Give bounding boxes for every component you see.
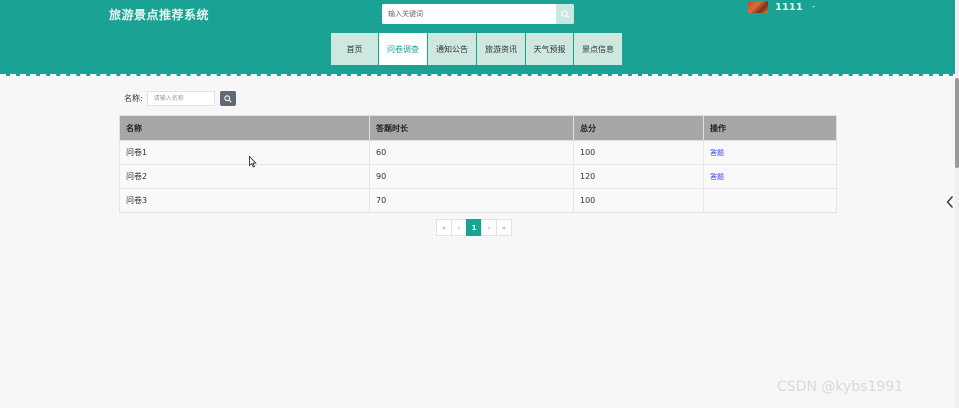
avatar [748, 1, 768, 13]
page-next-button[interactable]: › [481, 219, 497, 236]
column-header-duration: 答题时长 [369, 115, 574, 141]
nav-item-weather[interactable]: 天气预报 [526, 33, 573, 65]
filter-label: 名称: [124, 94, 143, 103]
search-icon [560, 9, 570, 19]
scrollbar-track[interactable] [955, 0, 959, 408]
scrollbar-thumb[interactable] [955, 78, 959, 168]
filter-bar: 名称: [124, 91, 236, 106]
user-menu[interactable]: 1111 - [748, 0, 815, 14]
nav-item-survey[interactable]: 问卷调查 [379, 33, 427, 65]
cell-score: 120 [573, 164, 704, 189]
table-header-row: 名称 答题时长 总分 操作 [119, 115, 837, 141]
cell-score: 100 [573, 140, 704, 165]
column-header-name: 名称 [119, 115, 370, 141]
nav-item-attractions[interactable]: 景点信息 [574, 33, 622, 65]
answer-link[interactable]: 答题 [710, 173, 724, 181]
page-last-button[interactable]: » [496, 219, 512, 236]
search-button[interactable] [556, 4, 574, 24]
page-first-button[interactable]: « [436, 219, 452, 236]
cell-name: 问卷1 [119, 140, 370, 165]
mouse-cursor-icon [249, 156, 257, 168]
table-row: 问卷3 70 100 [119, 188, 837, 213]
answer-link[interactable]: 答题 [710, 149, 724, 157]
survey-table: 名称 答题时长 总分 操作 问卷1 60 100 答题 问卷2 90 120 答… [119, 115, 837, 213]
header: 旅游景点推荐系统 1111 - 首页 问卷调查 通知公告 旅游资讯 天气预报 景… [0, 0, 959, 76]
search-box [382, 4, 574, 24]
column-header-action: 操作 [703, 115, 837, 141]
watermark: CSDN @kybs1991 [777, 379, 904, 395]
user-name: 1111 [775, 1, 803, 13]
cell-name: 问卷2 [119, 164, 370, 189]
name-filter-input[interactable] [146, 91, 215, 106]
cell-action [703, 188, 837, 213]
page-prev-button[interactable]: ‹ [451, 219, 467, 236]
filter-search-button[interactable] [219, 91, 236, 106]
cell-action: 答题 [703, 140, 837, 165]
cell-duration: 90 [369, 164, 574, 189]
page-current-button[interactable]: 1 [466, 219, 482, 236]
cell-duration: 70 [369, 188, 574, 213]
chevron-left-icon[interactable] [946, 195, 954, 209]
user-dropdown-caret[interactable]: - [812, 2, 815, 12]
table-row: 问卷2 90 120 答题 [119, 164, 837, 189]
search-input[interactable] [382, 4, 554, 24]
column-header-score: 总分 [573, 115, 704, 141]
cell-action: 答题 [703, 164, 837, 189]
site-title: 旅游景点推荐系统 [109, 8, 210, 22]
nav-item-notice[interactable]: 通知公告 [428, 33, 476, 65]
table-row: 问卷1 60 100 答题 [119, 140, 837, 165]
search-icon [223, 94, 232, 103]
main-nav: 首页 问卷调查 通知公告 旅游资讯 天气预报 景点信息 [331, 33, 623, 65]
nav-item-home[interactable]: 首页 [331, 33, 378, 65]
cell-name: 问卷3 [119, 188, 370, 213]
pagination: « ‹ 1 › » [436, 219, 512, 236]
cell-score: 100 [573, 188, 704, 213]
nav-item-travel-news[interactable]: 旅游资讯 [477, 33, 525, 65]
cell-duration: 60 [369, 140, 574, 165]
